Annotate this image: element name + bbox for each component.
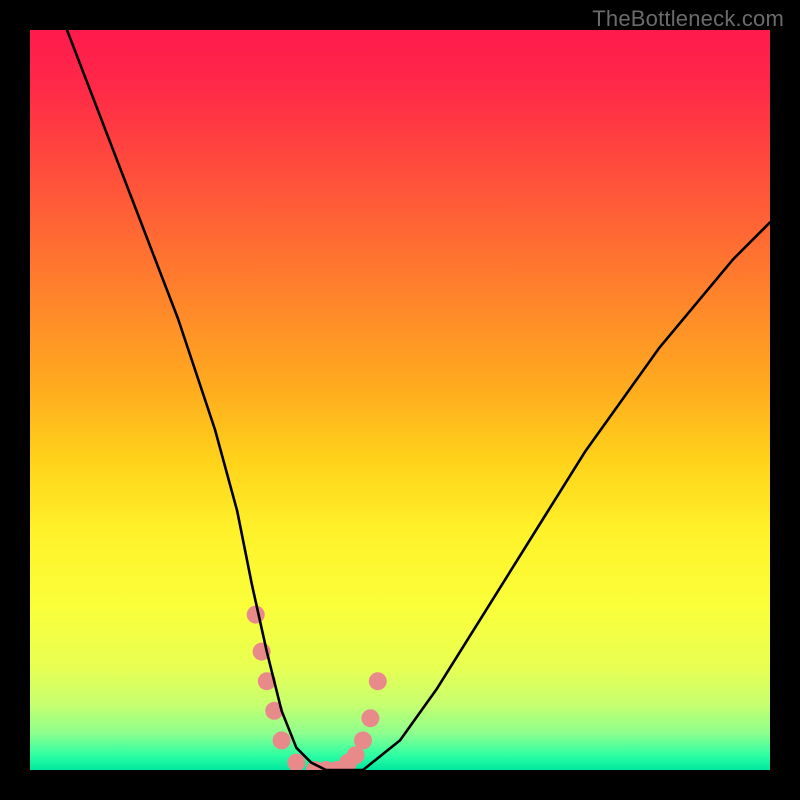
marker-point (247, 606, 265, 624)
markers-group (247, 606, 387, 770)
chart-svg (30, 30, 770, 770)
curve-line (67, 30, 770, 770)
marker-point (361, 709, 379, 727)
watermark-label: TheBottleneck.com (592, 6, 784, 32)
marker-point (369, 672, 387, 690)
plot-area (30, 30, 770, 770)
marker-point (273, 731, 291, 749)
marker-point (287, 754, 305, 770)
chart-frame: TheBottleneck.com (0, 0, 800, 800)
marker-point (354, 731, 372, 749)
